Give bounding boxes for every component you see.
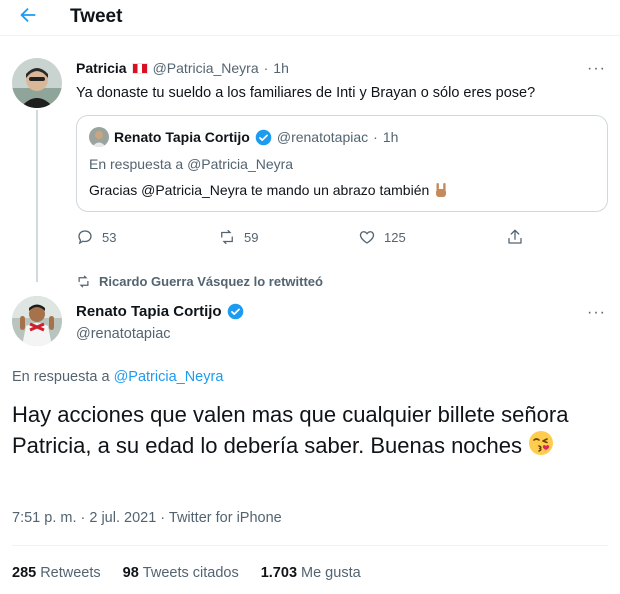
thread-connector (36, 110, 38, 282)
renato-avatar[interactable] (12, 296, 62, 346)
patricia-avatar[interactable] (12, 58, 62, 108)
like-count: 125 (384, 229, 406, 245)
reply-prefix: En respuesta a (89, 156, 188, 172)
retweets-label: Retweets (40, 565, 101, 581)
retweet-count: 59 (244, 229, 259, 245)
quoted-tweet-card[interactable]: Renato Tapia Cortijo @renatotapiac · 1h … (76, 115, 608, 212)
likes-label: Me gusta (301, 565, 361, 581)
quoted-author-handle: @renatotapiac (276, 129, 369, 145)
reply-action[interactable]: 53 (76, 228, 116, 246)
share-action[interactable] (506, 228, 524, 246)
reply-icon (78, 230, 92, 245)
quoted-author-name: Renato Tapia Cortijo (114, 129, 250, 145)
reply-count: 53 (102, 229, 117, 245)
parent-tweet-header: Patricia @Patricia_Neyra · 1h (76, 60, 289, 76)
quoted-text: Gracias @Patricia_Neyra te mando un abra… (89, 182, 430, 199)
likes-count: 1.703 (260, 565, 298, 581)
quotes-label: Tweets citados (142, 565, 239, 581)
separator-dot: · (263, 60, 269, 76)
author-handle[interactable]: @Patricia_Neyra (153, 60, 259, 76)
likes-stat[interactable]: 1.703 Me gusta (261, 565, 361, 581)
retweet-notice-text: Ricardo Guerra Vásquez lo retwitteó (99, 274, 323, 289)
retweets-stat[interactable]: 285 Retweets (12, 565, 101, 581)
quotes-stat[interactable]: 98 Tweets citados (123, 565, 239, 581)
retweet-notice[interactable]: Ricardo Guerra Vásquez lo retwitteó (76, 274, 323, 289)
quoted-tweet-time: 1h (382, 129, 399, 145)
top-bar: Tweet (0, 0, 620, 36)
reply-handle: @Patricia_Neyra (187, 156, 294, 172)
peru-flag-icon (131, 62, 148, 74)
reply-context: En respuesta a @Patricia_Neyra (12, 369, 223, 385)
tweet-time[interactable]: 1h (273, 60, 289, 76)
quoted-tweet-text: Gracias @Patricia_Neyra te mando un abra… (89, 182, 449, 201)
back-arrow-icon[interactable] (14, 4, 42, 30)
quoted-avatar (89, 127, 109, 147)
author-name[interactable]: Renato Tapia Cortijo (76, 303, 222, 320)
more-options-icon[interactable]: ··· (587, 304, 606, 322)
rock-hand-emoji (433, 182, 449, 201)
kiss-face-emoji (528, 430, 554, 464)
author-handle[interactable]: @renatotapiac (76, 326, 171, 342)
retweet-icon (78, 275, 89, 288)
verified-icon (255, 129, 272, 146)
page-title: Tweet (70, 6, 123, 27)
reply-handle-link[interactable]: @Patricia_Neyra (114, 369, 224, 385)
parent-tweet-text: Ya donaste tu sueldo a los familiares de… (76, 85, 536, 101)
engagement-stats: 285 Retweets 98 Tweets citados 1.703 Me gus… (12, 565, 361, 581)
tweet-body: Hay acciones que valen mas que cualquier… (12, 402, 569, 458)
more-options-icon[interactable]: ··· (587, 60, 606, 78)
like-action[interactable]: 125 (358, 228, 406, 246)
quotes-count: 98 (122, 565, 139, 581)
retweets-count: 285 (12, 565, 37, 581)
share-icon (508, 229, 522, 244)
quoted-tweet-header: Renato Tapia Cortijo @renatotapiac · 1h (89, 127, 398, 147)
retweet-icon (221, 229, 233, 245)
verified-icon (227, 303, 244, 320)
main-tweet-text: Hay acciones que valen mas que cualquier… (12, 400, 572, 464)
retweet-action[interactable]: 59 (218, 228, 258, 246)
tweet-timestamp[interactable]: 7:51 p. m. · 2 jul. 2021 · Twitter for i… (12, 510, 282, 526)
quoted-reply-context: En respuesta a @Patricia_Neyra (89, 156, 293, 172)
reply-prefix: En respuesta a (12, 369, 114, 385)
separator-dot: · (373, 129, 378, 145)
divider (12, 545, 608, 546)
author-name[interactable]: Patricia (76, 60, 127, 76)
parent-tweet-actions: 53 59 125 (76, 228, 536, 248)
like-icon (359, 231, 375, 244)
main-tweet-header: Renato Tapia Cortijo (76, 303, 244, 320)
